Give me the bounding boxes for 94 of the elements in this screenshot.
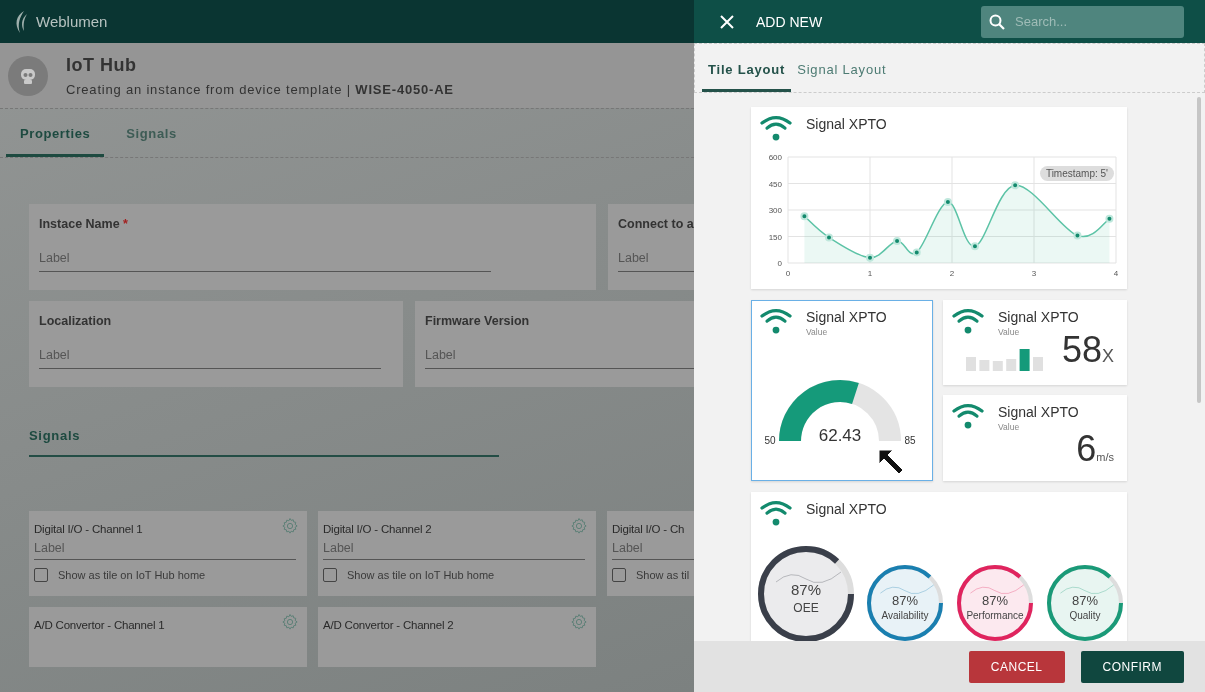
- channel-name: A/D Convertor - Channel 2: [323, 619, 454, 631]
- tile-subtitle: Value: [998, 422, 1021, 432]
- input-field[interactable]: Label: [323, 541, 585, 560]
- tile-title: Signal XPTO: [806, 309, 887, 325]
- tile-title: Signal XPTO: [806, 501, 887, 517]
- data-point: [800, 212, 809, 221]
- tab[interactable]: Signal Layout: [791, 62, 893, 92]
- value-tile[interactable]: Signal XPTO Value 6m/s: [943, 395, 1127, 481]
- wifi-icon: [952, 402, 984, 430]
- data-point: [970, 242, 979, 251]
- channel-name: Digital I/O - Channel 1: [34, 523, 143, 535]
- field-label: Instace Name: [39, 217, 120, 231]
- field-label: Localization: [39, 314, 112, 328]
- data-point: [825, 233, 833, 242]
- checkbox[interactable]: [323, 568, 337, 582]
- field-label: Firmware Version: [425, 314, 530, 328]
- data-point: [866, 253, 874, 262]
- ring-label: Availability: [881, 610, 929, 622]
- channel-name: Digital I/O - Channel 2: [323, 523, 432, 535]
- close-button[interactable]: [720, 14, 734, 29]
- data-point: [1011, 181, 1020, 190]
- data-point: [893, 237, 902, 246]
- timestamp-badge: Timestamp: 5': [1039, 166, 1114, 181]
- input-field[interactable]: Label: [34, 541, 296, 560]
- gear-icon[interactable]: [281, 613, 299, 631]
- y-tick-label: 300: [768, 206, 782, 216]
- tile-subtitle: Value: [806, 327, 829, 337]
- tile-unit: X: [1102, 346, 1114, 367]
- cursor-icon: [878, 449, 904, 475]
- input-field[interactable]: Label: [39, 348, 381, 369]
- scrollbar[interactable]: [1197, 97, 1201, 403]
- page-title: IoT Hub: [66, 54, 138, 76]
- ring-value: 87%: [982, 593, 1008, 609]
- checkbox-label: Show as til: [636, 569, 690, 581]
- tile-value: 6: [1076, 428, 1097, 470]
- gauge-value: 62.43: [818, 426, 862, 445]
- input-field[interactable]: Label: [39, 251, 491, 272]
- search-bar[interactable]: Search...: [981, 5, 1184, 38]
- wifi-icon: [760, 307, 792, 335]
- gear-icon[interactable]: [570, 517, 588, 535]
- chart-tile[interactable]: Signal XPTO 0 150 300 450 600 0 1 2 3 4 Timestamp: 5': [751, 107, 1127, 289]
- data-point: [1105, 215, 1114, 223]
- tile-title: Signal XPTO: [998, 404, 1079, 420]
- wifi-icon: [760, 114, 792, 142]
- confirm-button[interactable]: CONFIRM: [1080, 650, 1184, 683]
- checkbox-label: Show as tile on IoT Hub home: [347, 569, 495, 581]
- x-tick-label: 1: [867, 269, 873, 279]
- ring-value: 87%: [1072, 593, 1098, 609]
- channel-name: Digital I/O - Ch: [612, 523, 685, 535]
- tile-unit: m/s: [1096, 451, 1114, 463]
- ring-value: 87%: [791, 581, 821, 599]
- value-tile[interactable]: Signal XPTO Value 58X: [943, 300, 1127, 385]
- gear-icon[interactable]: [570, 613, 588, 631]
- gauge-max-label: 85: [904, 435, 916, 446]
- ring-label: OEE: [793, 601, 819, 616]
- brand-name: Weblumen: [36, 13, 108, 30]
- gear-icon[interactable]: [281, 517, 299, 535]
- ring-value: 87%: [892, 593, 918, 609]
- cancel-button[interactable]: CANCEL: [968, 650, 1065, 683]
- gauge-min-label: 50: [764, 435, 776, 446]
- x-tick-label: 4: [1113, 269, 1119, 279]
- x-tick-label: 3: [1031, 269, 1037, 279]
- x-tick-label: 2: [949, 269, 955, 279]
- gauge-tile[interactable]: Signal XPTO Value 50 62.43 85: [751, 300, 933, 481]
- search-field[interactable]: Search...: [1013, 13, 1173, 30]
- y-tick-label: 600: [768, 153, 782, 163]
- y-tick-label: 450: [768, 179, 782, 189]
- data-point: [943, 198, 952, 207]
- y-tick-label: 0: [777, 259, 782, 269]
- x-tick-label: 0: [785, 269, 791, 279]
- data-point: [912, 248, 921, 257]
- checkbox-label: Show as tile on IoT Hub home: [58, 569, 206, 581]
- rings-tile[interactable]: Signal XPTO 87% OEE 87% Availability 87% Performance 87% Quality: [751, 492, 1127, 641]
- page-subtitle: Creating an instance from device template | WISE-4050-AE: [66, 81, 454, 97]
- data-point: [1073, 231, 1082, 240]
- search-icon: [989, 13, 1005, 30]
- checkbox[interactable]: [612, 568, 626, 582]
- channel-name: A/D Convertor - Channel 1: [34, 619, 165, 631]
- tile-title: Signal XPTO: [806, 116, 887, 132]
- drawer-title: ADD NEW: [756, 13, 824, 30]
- tile-value: 58: [1061, 329, 1102, 371]
- wifi-icon: [760, 499, 792, 527]
- required-mark: *: [123, 217, 128, 231]
- ring-label: Performance: [966, 610, 1024, 622]
- y-tick-label: 150: [768, 232, 782, 242]
- tile-subtitle: Value: [998, 327, 1021, 337]
- tile-title: Signal XPTO: [998, 309, 1079, 325]
- ring-label: Quality: [1069, 610, 1101, 622]
- wifi-icon: [952, 307, 984, 335]
- field-label: Connect to a: [618, 217, 694, 231]
- close-icon: [720, 14, 734, 29]
- section-heading: Signals: [29, 428, 499, 457]
- tab[interactable]: Tile Layout: [702, 62, 792, 92]
- checkbox[interactable]: [34, 568, 48, 582]
